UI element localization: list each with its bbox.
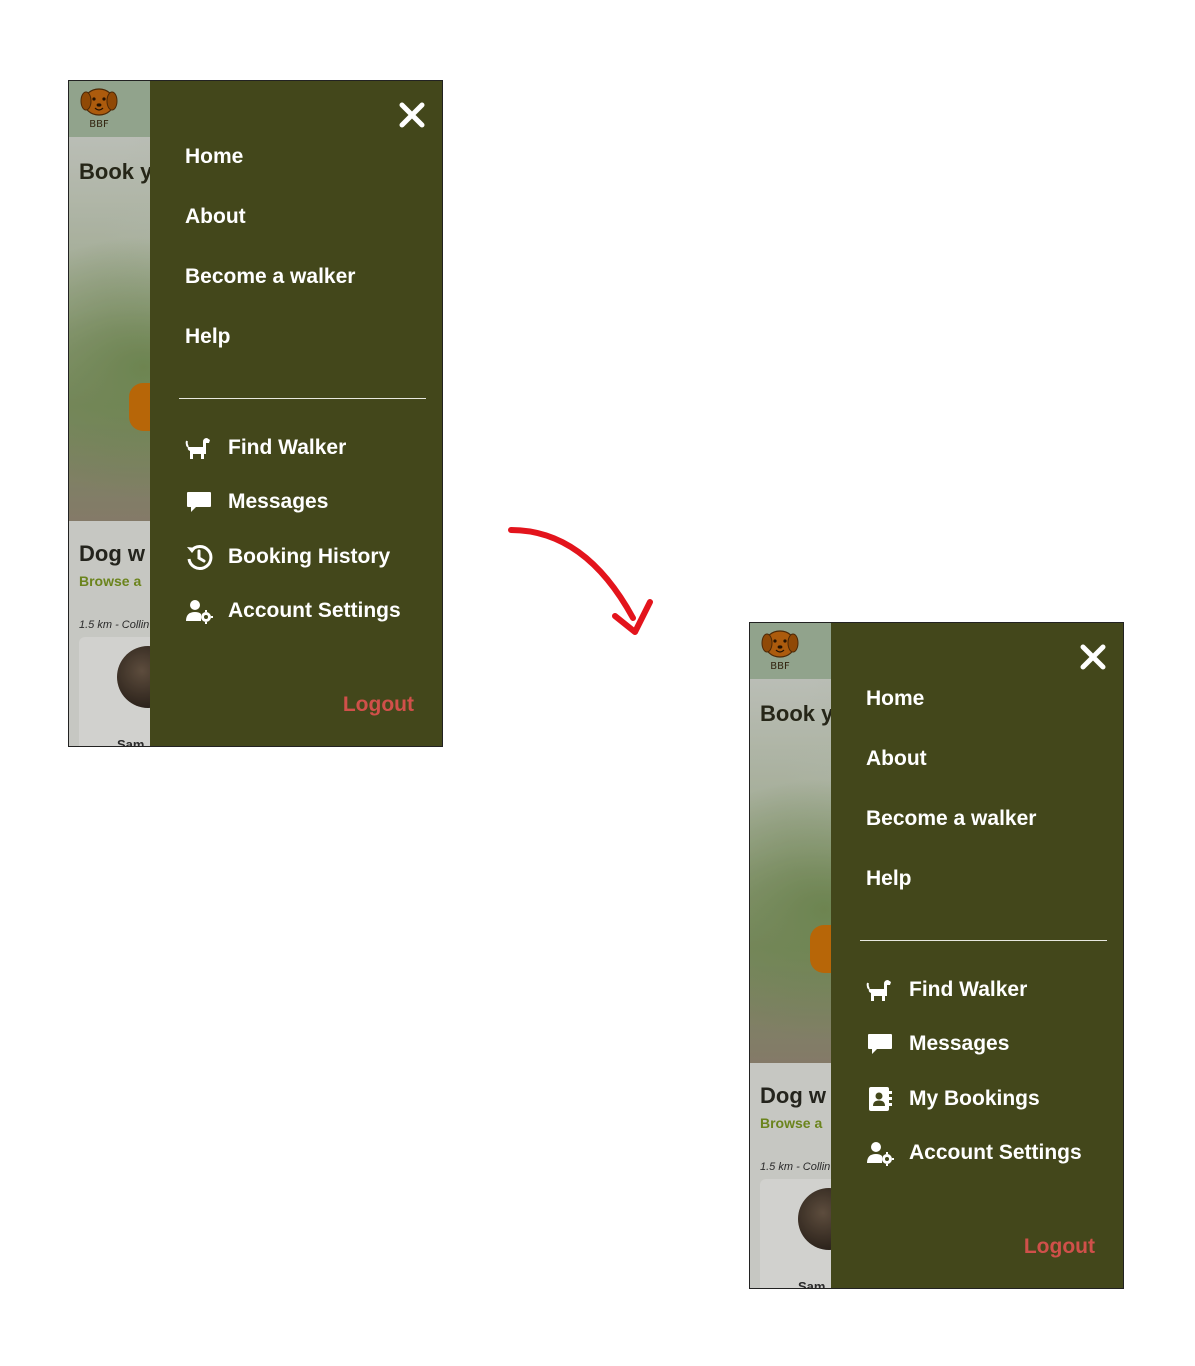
dog-icon: [185, 438, 210, 459]
menu-label: Messages: [909, 1032, 1010, 1055]
logout-button[interactable]: Logout: [343, 693, 414, 717]
menu-label: Account Settings: [228, 599, 401, 622]
nav-home[interactable]: Home: [185, 145, 243, 169]
divider: [179, 398, 426, 399]
nav-become-walker[interactable]: Become a walker: [185, 265, 355, 289]
menu-label: Find Walker: [228, 436, 347, 459]
nav-drawer: Home About Become a walker Help Find Wal…: [150, 81, 442, 746]
menu-messages[interactable]: Messages: [185, 487, 328, 517]
menu-label: Find Walker: [909, 978, 1028, 1001]
transition-arrow-icon: [508, 527, 653, 635]
nav-about[interactable]: About: [185, 205, 246, 229]
nav-about[interactable]: About: [866, 747, 927, 771]
nav-drawer: Home About Become a walker Help Find Wal…: [831, 623, 1123, 1288]
history-icon: [187, 544, 213, 570]
nav-home[interactable]: Home: [866, 687, 924, 711]
menu-my-bookings[interactable]: My Bookings: [866, 1084, 1040, 1114]
menu-booking-history[interactable]: Booking History: [185, 542, 390, 572]
nav-help[interactable]: Help: [866, 867, 912, 891]
menu-account-settings[interactable]: Account Settings: [185, 596, 401, 626]
nav-become-walker[interactable]: Become a walker: [866, 807, 1036, 831]
close-icon[interactable]: [1079, 643, 1107, 671]
menu-label: Account Settings: [909, 1141, 1082, 1164]
close-icon[interactable]: [398, 101, 426, 129]
user-settings-icon: [867, 1142, 894, 1166]
screen-after: BBF Book y Dog w Browse a 1.5 km - Colli…: [749, 622, 1124, 1289]
menu-find-walker[interactable]: Find Walker: [185, 433, 346, 463]
menu-find-walker[interactable]: Find Walker: [866, 975, 1027, 1005]
menu-messages[interactable]: Messages: [866, 1029, 1009, 1059]
menu-label: Messages: [228, 490, 329, 513]
message-icon: [868, 1034, 892, 1054]
logout-button[interactable]: Logout: [1024, 1235, 1095, 1259]
menu-label: Booking History: [228, 545, 391, 568]
message-icon: [187, 492, 211, 512]
nav-help[interactable]: Help: [185, 325, 231, 349]
user-settings-icon: [186, 600, 213, 624]
dog-icon: [866, 980, 891, 1001]
divider: [860, 940, 1107, 941]
contact-book-icon: [869, 1087, 892, 1111]
screen-before: BBF Book y Dog w Browse a 1.5 km - Colli…: [68, 80, 443, 747]
menu-account-settings[interactable]: Account Settings: [866, 1138, 1082, 1168]
menu-label: My Bookings: [909, 1087, 1040, 1110]
